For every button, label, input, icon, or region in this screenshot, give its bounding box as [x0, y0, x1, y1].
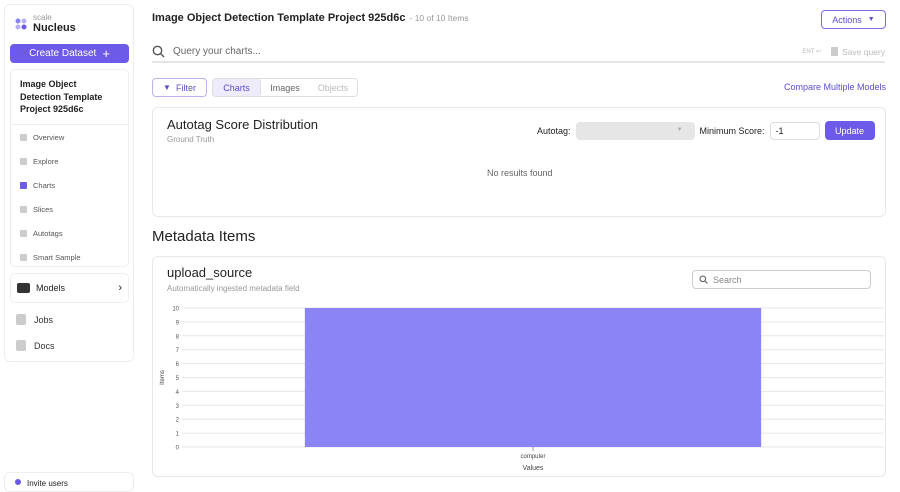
bar-chart: 0 1 2 3 4 5 6 7 8 9 10 computer Values Items	[160, 307, 884, 472]
y-tick-label: 2	[176, 418, 180, 424]
y-tick-label: 9	[176, 320, 180, 326]
y-tick-label: 10	[172, 307, 179, 313]
y-tick-label: 7	[176, 348, 180, 354]
y-tick-label: 8	[176, 334, 180, 340]
y-tick-label: 5	[176, 376, 180, 382]
x-tick-label: computer	[520, 454, 545, 460]
y-axis-label: Items	[160, 370, 166, 385]
y-tick-label: 0	[176, 446, 180, 452]
y-tick-label: 4	[176, 390, 180, 396]
x-axis-label: Values	[523, 465, 544, 472]
y-tick-label: 3	[176, 404, 180, 410]
y-tick-label: 1	[176, 432, 180, 438]
y-tick-label: 6	[176, 362, 180, 368]
bar-computer[interactable]	[304, 308, 762, 447]
